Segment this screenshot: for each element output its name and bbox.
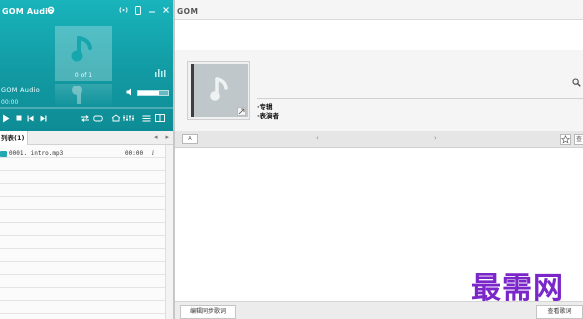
volume-icon[interactable] [126,88,134,98]
cover-art [187,61,250,120]
eq-sliders-icon[interactable] [123,113,134,123]
volume-fill [138,91,159,95]
gear-icon[interactable] [47,6,55,16]
list-item-duration: 00:00 [125,150,144,157]
seek-bar[interactable] [0,107,173,109]
track-info-area: ·专辑 ·表演者 [175,50,583,131]
lyrics-prev-button[interactable]: ‹ [316,134,319,142]
view-lyrics-button[interactable]: 查看歌词 [536,305,583,319]
lyrics-toolbar: A ‹ › 查 [175,131,583,148]
album-reflection [55,84,112,108]
watermark: 最需网 [471,271,564,306]
repeat-icon[interactable] [80,113,90,123]
broadcast-icon[interactable] [119,6,128,15]
playlist-scrollbar[interactable] [165,145,173,319]
lyrics-language-button[interactable]: A [182,134,198,144]
playlist-header: 列表(1) ◂ ▸ [0,131,173,145]
shuffle-icon[interactable] [93,113,103,123]
info-divider [257,98,583,99]
audio-file-icon [0,151,7,157]
app-title: GOM Audio [2,7,54,16]
play-icon[interactable] [1,113,10,123]
panel-titlebar: GOM [175,0,583,20]
tab-next-icon[interactable]: ▸ [165,133,169,141]
player-panel: GOM Audio 0 of 1 GOM Audio 00:00 [0,0,173,131]
artist-label: ·表演者 [257,112,279,120]
now-playing-title: GOM Audio [1,86,41,94]
music-note-icon [71,36,92,62]
phone-icon[interactable] [133,6,142,15]
tab-playlist[interactable]: 列表(1) [0,131,28,145]
tab-prev-icon[interactable]: ◂ [154,133,158,141]
album-art: 0 of 1 [55,26,112,81]
lyrics-search-button[interactable]: 查 [574,134,583,145]
elapsed-time: 00:00 [1,99,19,106]
minimize-icon[interactable] [147,6,156,15]
edit-sync-lyrics-button[interactable]: 编辑同步歌词 [180,305,236,319]
music-note-icon [210,77,228,101]
star-icon[interactable] [560,134,571,145]
list-item[interactable]: 0001. intro.mp3 00:00 i [0,148,165,160]
list-item-name: 0001. intro.mp3 [9,150,64,157]
home-icon[interactable] [111,113,121,123]
transport-controls [0,111,173,125]
menu-icon[interactable] [142,113,151,123]
gom-logo: GOM [177,7,199,16]
close-icon[interactable] [161,6,170,15]
track-count: 0 of 1 [74,72,93,79]
playlist-icon[interactable] [155,113,165,123]
info-icon[interactable]: i [152,148,154,160]
volume-control[interactable] [126,88,169,98]
lyrics-next-button[interactable]: › [434,134,437,142]
next-icon[interactable] [39,113,47,123]
stop-icon[interactable] [15,113,22,123]
player-titlebar[interactable]: GOM Audio [0,0,173,20]
open-link-icon[interactable] [237,107,246,116]
search-icon[interactable] [572,78,581,89]
previous-icon[interactable] [26,113,34,123]
playlist-list[interactable]: 0001. intro.mp3 00:00 i [0,145,165,319]
volume-slider[interactable] [137,90,169,96]
equalizer-icon[interactable] [155,68,167,79]
banner-area [175,20,583,50]
